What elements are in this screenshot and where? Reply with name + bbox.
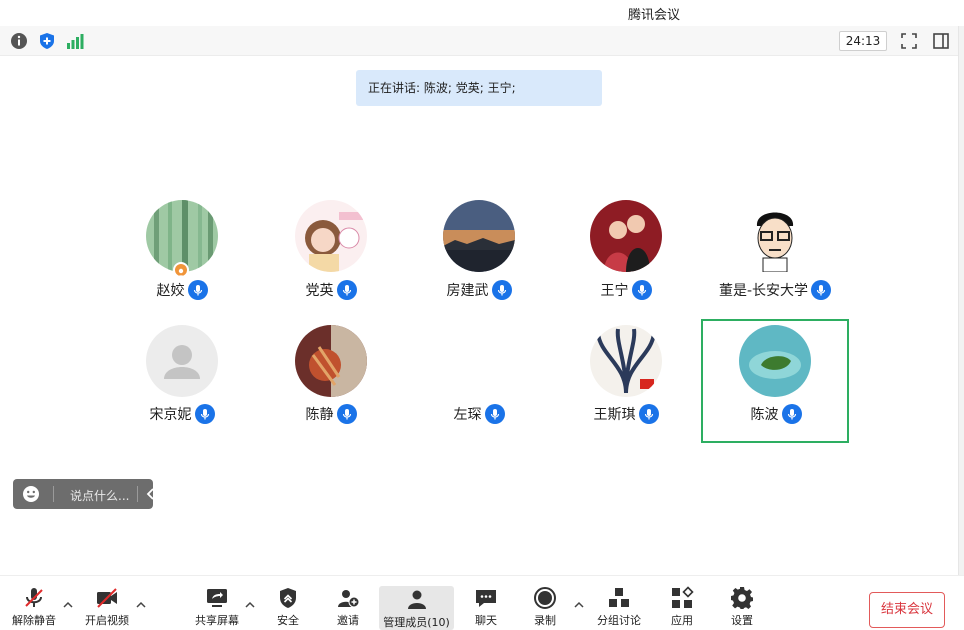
participant-tile[interactable]: 宋京妮 <box>109 320 255 444</box>
avatar <box>146 325 218 397</box>
participant-name: 左琛 <box>453 407 482 423</box>
scrollbar[interactable] <box>958 26 964 575</box>
start-video-label: 开启视频 <box>85 614 129 627</box>
mic-icon <box>631 280 652 300</box>
divider <box>53 486 54 502</box>
caret-up-icon[interactable] <box>135 600 147 610</box>
mic-icon <box>336 404 357 424</box>
participant-tile[interactable]: 赵姣 <box>109 196 255 320</box>
mic-icon <box>781 404 802 424</box>
shield-icon[interactable] <box>38 32 56 50</box>
caret-up-icon[interactable] <box>62 600 74 610</box>
signal-icon[interactable] <box>66 32 84 50</box>
members-icon <box>407 590 426 609</box>
invite-button[interactable]: 邀请 <box>330 584 366 628</box>
chat-button[interactable]: 聊天 <box>468 584 504 628</box>
add-user-icon <box>338 590 360 608</box>
apps-label: 应用 <box>671 614 693 627</box>
unmute-label: 解除静音 <box>12 614 56 627</box>
participant-name: 陈波 <box>750 407 779 423</box>
participant-name: 陈静 <box>305 407 334 423</box>
breakout-rooms-button[interactable]: 分组讨论 <box>594 584 644 628</box>
record-icon <box>534 587 556 609</box>
chat-placeholder[interactable]: 说点什么... <box>70 487 129 504</box>
participant-tile[interactable]: 左琛 <box>406 320 552 444</box>
participant-name: 董是-长安大学 <box>718 283 809 299</box>
caret-up-icon[interactable] <box>244 600 256 610</box>
record-button[interactable]: 录制 <box>527 584 563 628</box>
apps-button[interactable]: 应用 <box>664 584 700 628</box>
participant-tile[interactable]: 董是-长安大学 <box>702 196 848 320</box>
bottom-toolbar: 解除静音 开启视频 共享屏幕 安全 邀请 管理成员(10) 聊天 录制 分组讨论… <box>0 575 964 630</box>
meeting-timer: 24:13 <box>839 31 887 51</box>
mic-icon <box>491 280 512 300</box>
chevron-left-icon[interactable] <box>144 487 158 501</box>
participant-name: 王宁 <box>600 283 629 299</box>
mic-icon <box>484 404 505 424</box>
info-bar: 24:13 <box>0 26 964 56</box>
avatar <box>739 325 811 397</box>
avatar <box>739 200 811 272</box>
settings-label: 设置 <box>731 614 753 627</box>
avatar <box>295 200 367 272</box>
host-badge <box>173 262 189 278</box>
shield-icon <box>280 588 296 608</box>
participant-tile[interactable]: 陈静 <box>258 320 404 444</box>
settings-button[interactable]: 设置 <box>724 584 760 628</box>
end-meeting-button[interactable]: 结束会议 <box>869 592 945 628</box>
window-title: 腾讯会议 <box>628 8 681 23</box>
manage-members-label: 管理成员(10) <box>383 616 450 629</box>
invite-label: 邀请 <box>337 614 359 627</box>
share-screen-label: 共享屏幕 <box>195 614 239 627</box>
info-icon[interactable] <box>10 32 28 50</box>
fullscreen-icon[interactable] <box>900 32 918 50</box>
divider <box>137 486 138 502</box>
mic-icon <box>187 280 208 300</box>
participant-name: 房建武 <box>446 283 489 299</box>
participant-name: 王斯琪 <box>593 407 636 423</box>
share-screen-button[interactable]: 共享屏幕 <box>192 584 242 628</box>
chat-bubble-icon <box>476 590 496 607</box>
mic-muted-icon <box>25 588 43 607</box>
avatar <box>443 200 515 272</box>
participant-name: 赵姣 <box>156 283 185 299</box>
title-bar: 腾讯会议 <box>0 0 964 26</box>
manage-members-button[interactable]: 管理成员(10) <box>379 586 454 630</box>
participant-tile[interactable]: 王宁 <box>553 196 699 320</box>
camera-off-icon <box>97 588 117 608</box>
gear-icon <box>731 587 753 609</box>
share-screen-icon <box>207 589 227 607</box>
avatar <box>295 325 367 397</box>
avatar <box>590 200 662 272</box>
participant-tile-active[interactable]: 陈波 <box>701 319 849 443</box>
unmute-button[interactable]: 解除静音 <box>10 584 58 628</box>
participant-name: 宋京妮 <box>149 407 192 423</box>
apps-icon <box>672 586 694 608</box>
start-video-button[interactable]: 开启视频 <box>82 584 132 628</box>
participant-tile[interactable]: 党英 <box>258 196 404 320</box>
security-label: 安全 <box>277 614 299 627</box>
caret-up-icon[interactable] <box>573 600 585 610</box>
avatar <box>590 325 662 397</box>
emoji-icon[interactable] <box>22 485 40 503</box>
speaking-banner: 正在讲话: 陈波; 党英; 王宁; <box>356 70 602 106</box>
participant-name: 党英 <box>305 283 334 299</box>
mic-icon <box>336 280 357 300</box>
mic-icon <box>638 404 659 424</box>
participant-tile[interactable]: 王斯琪 <box>553 320 699 444</box>
mic-icon <box>194 404 215 424</box>
chat-label: 聊天 <box>475 614 497 627</box>
breakout-label: 分组讨论 <box>597 614 641 627</box>
chat-input-box[interactable]: 说点什么... <box>13 479 154 509</box>
mic-icon <box>811 280 832 300</box>
sidebar-toggle-icon[interactable] <box>932 32 950 50</box>
record-label: 录制 <box>534 614 556 627</box>
participant-tile[interactable]: 房建武 <box>406 196 552 320</box>
breakout-icon <box>609 588 629 607</box>
security-button[interactable]: 安全 <box>270 584 306 628</box>
